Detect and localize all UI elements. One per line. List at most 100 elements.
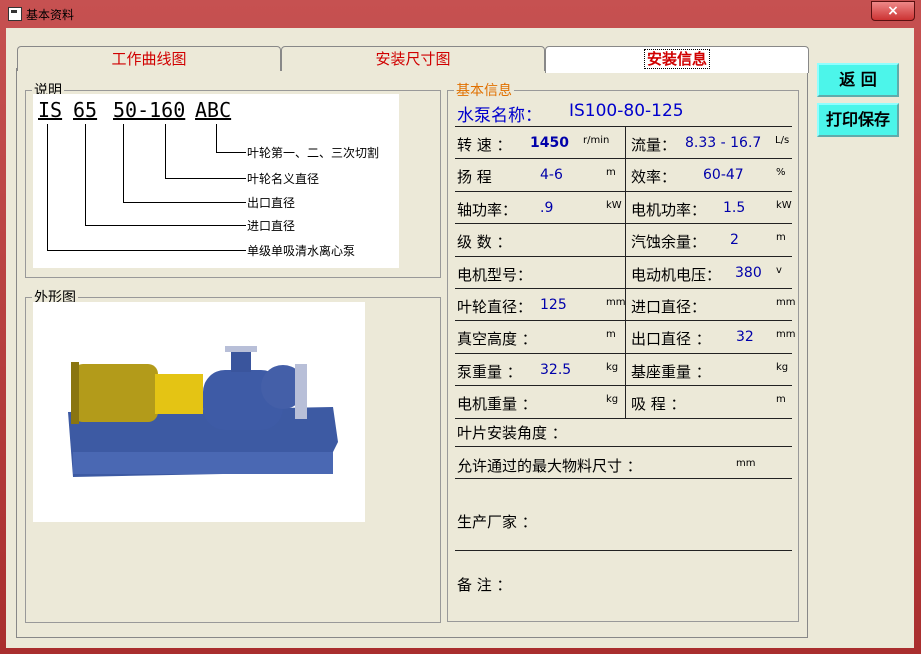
- close-button[interactable]: ×: [871, 1, 915, 21]
- right-field-label: 进口直径：: [631, 298, 707, 316]
- model-part-outlet-impeller: 50-160: [113, 98, 186, 122]
- left-field-value: 1450: [530, 135, 569, 151]
- right-field-value: 32: [736, 329, 754, 346]
- remark-label: 备 注 ：: [457, 576, 512, 594]
- title-bar: 基本资料 ×: [0, 0, 921, 28]
- pump-name-label: 水泵名称：: [457, 106, 542, 126]
- max-size-label: 允许通过的最大物料尺寸 ：: [457, 457, 642, 475]
- right-field-unit: kW: [776, 199, 792, 211]
- pump-image: [33, 302, 365, 522]
- back-button[interactable]: 返 回: [817, 63, 899, 97]
- annotation-outlet: 出口直径: [247, 196, 296, 210]
- row-separator: [455, 352, 792, 354]
- left-field-label: 转 速 ：: [457, 136, 512, 154]
- right-field-label: 效率：: [631, 168, 677, 187]
- info-group: 基本信息: [447, 80, 799, 622]
- left-field-value: 125: [540, 297, 567, 313]
- left-field-label: 级 数 ：: [457, 233, 512, 252]
- row-separator: [455, 288, 792, 289]
- left-field-label: 轴功率：: [457, 200, 518, 219]
- right-field-label: 汽蚀余量：: [631, 233, 707, 252]
- left-field-unit: kg: [606, 394, 619, 406]
- right-field-label: 电动机电压：: [631, 265, 722, 284]
- right-field-value: 60-47: [703, 167, 744, 184]
- right-field-label: 流量：: [631, 136, 677, 154]
- row-separator: [455, 320, 792, 322]
- row-separator: [455, 385, 792, 387]
- left-field-unit: r/min: [583, 135, 610, 146]
- annotation-inlet: 进口直径: [247, 219, 296, 233]
- leader-line: [85, 225, 246, 226]
- annotation-cut: 叶轮第一、二、三次切割: [247, 146, 380, 160]
- row-separator: [455, 417, 792, 419]
- right-field-unit: L/s: [775, 135, 790, 146]
- right-field-value: 1.5: [723, 199, 746, 216]
- row-separator: [455, 158, 792, 160]
- row-separator: [455, 223, 792, 225]
- right-field-unit: mm: [776, 297, 796, 308]
- right-field-unit: mm: [776, 329, 796, 341]
- tab-label: 工作曲线图: [111, 50, 187, 68]
- row-separator: [455, 255, 792, 257]
- tab-label: 安装信息: [643, 49, 710, 69]
- left-field-unit: mm: [606, 297, 626, 308]
- left-field-value: 4-6: [540, 167, 563, 184]
- print-save-button[interactable]: 打印保存: [817, 103, 899, 137]
- row-separator: [455, 478, 792, 479]
- tab-install-size[interactable]: 安装尺寸图: [281, 46, 545, 71]
- app-icon: [8, 7, 22, 21]
- left-field-label: 电机型号：: [457, 265, 533, 284]
- row-separator: [455, 190, 792, 192]
- leader-line: [85, 124, 86, 225]
- tab-install-info[interactable]: 安装信息: [545, 46, 809, 73]
- leader-line: [123, 202, 246, 203]
- right-field-label: 基座重量 ：: [631, 362, 711, 381]
- annotation-impeller: 叶轮名义直径: [247, 172, 320, 186]
- right-field-unit: m: [776, 232, 786, 244]
- model-part-cut: ABC: [195, 98, 232, 122]
- right-field-unit: %: [776, 167, 786, 179]
- pump-illustration: [68, 346, 338, 477]
- row-separator: [455, 550, 792, 551]
- right-field-value: 2: [730, 232, 739, 249]
- left-field-unit: m: [606, 167, 616, 179]
- leader-line: [216, 152, 246, 153]
- annotation-pump-type: 单级单吸清水离心泵: [247, 244, 356, 258]
- tab-label: 安装尺寸图: [375, 50, 451, 68]
- info-legend: 基本信息: [456, 83, 512, 99]
- row-separator: [455, 446, 792, 447]
- window-title: 基本资料: [26, 8, 75, 22]
- right-field-value: 8.33 - 16.7: [685, 135, 762, 151]
- max-size-unit: mm: [736, 458, 756, 469]
- right-field-unit: v: [776, 264, 782, 276]
- left-field-value: 32.5: [540, 361, 572, 378]
- left-field-label: 真空高度 ：: [457, 330, 537, 349]
- left-field-label: 电机重量 ：: [457, 395, 537, 414]
- row-separator: [455, 126, 792, 127]
- leader-line: [47, 250, 246, 251]
- blade-angle-label: 叶片安装角度 ：: [457, 424, 567, 442]
- leader-line: [123, 124, 124, 202]
- right-field-label: 出口直径 ：: [631, 330, 711, 349]
- model-part-series: IS: [38, 98, 63, 122]
- model-explanation: IS 65 50-160 ABC 叶轮第一、二、三次切割 叶轮名义直径 出口直径…: [33, 94, 399, 268]
- left-field-label: 叶轮直径：: [457, 298, 533, 316]
- right-field-unit: m: [776, 394, 786, 406]
- left-field-unit: kW: [606, 199, 622, 211]
- manufacturer-label: 生产厂家 ：: [457, 513, 537, 531]
- model-part-inlet: 65: [73, 98, 98, 122]
- leader-line: [47, 124, 48, 250]
- left-field-label: 扬 程: [457, 168, 492, 187]
- column-separator: [625, 126, 626, 418]
- left-field-label: 泵重量 ：: [457, 362, 522, 381]
- right-field-label: 电机功率：: [631, 200, 707, 219]
- right-field-value: 380: [735, 264, 762, 281]
- app-window: 基本资料 × 工作曲线图 安装尺寸图 安装信息 说明 IS 65 50-160 …: [0, 0, 921, 654]
- leader-line: [165, 124, 166, 178]
- leader-line: [165, 178, 246, 179]
- tab-work-curve[interactable]: 工作曲线图: [17, 46, 281, 71]
- pump-name-value: IS100-80-125: [569, 101, 684, 121]
- left-field-unit: kg: [606, 361, 619, 373]
- leader-line: [216, 124, 217, 152]
- right-field-unit: kg: [776, 361, 789, 373]
